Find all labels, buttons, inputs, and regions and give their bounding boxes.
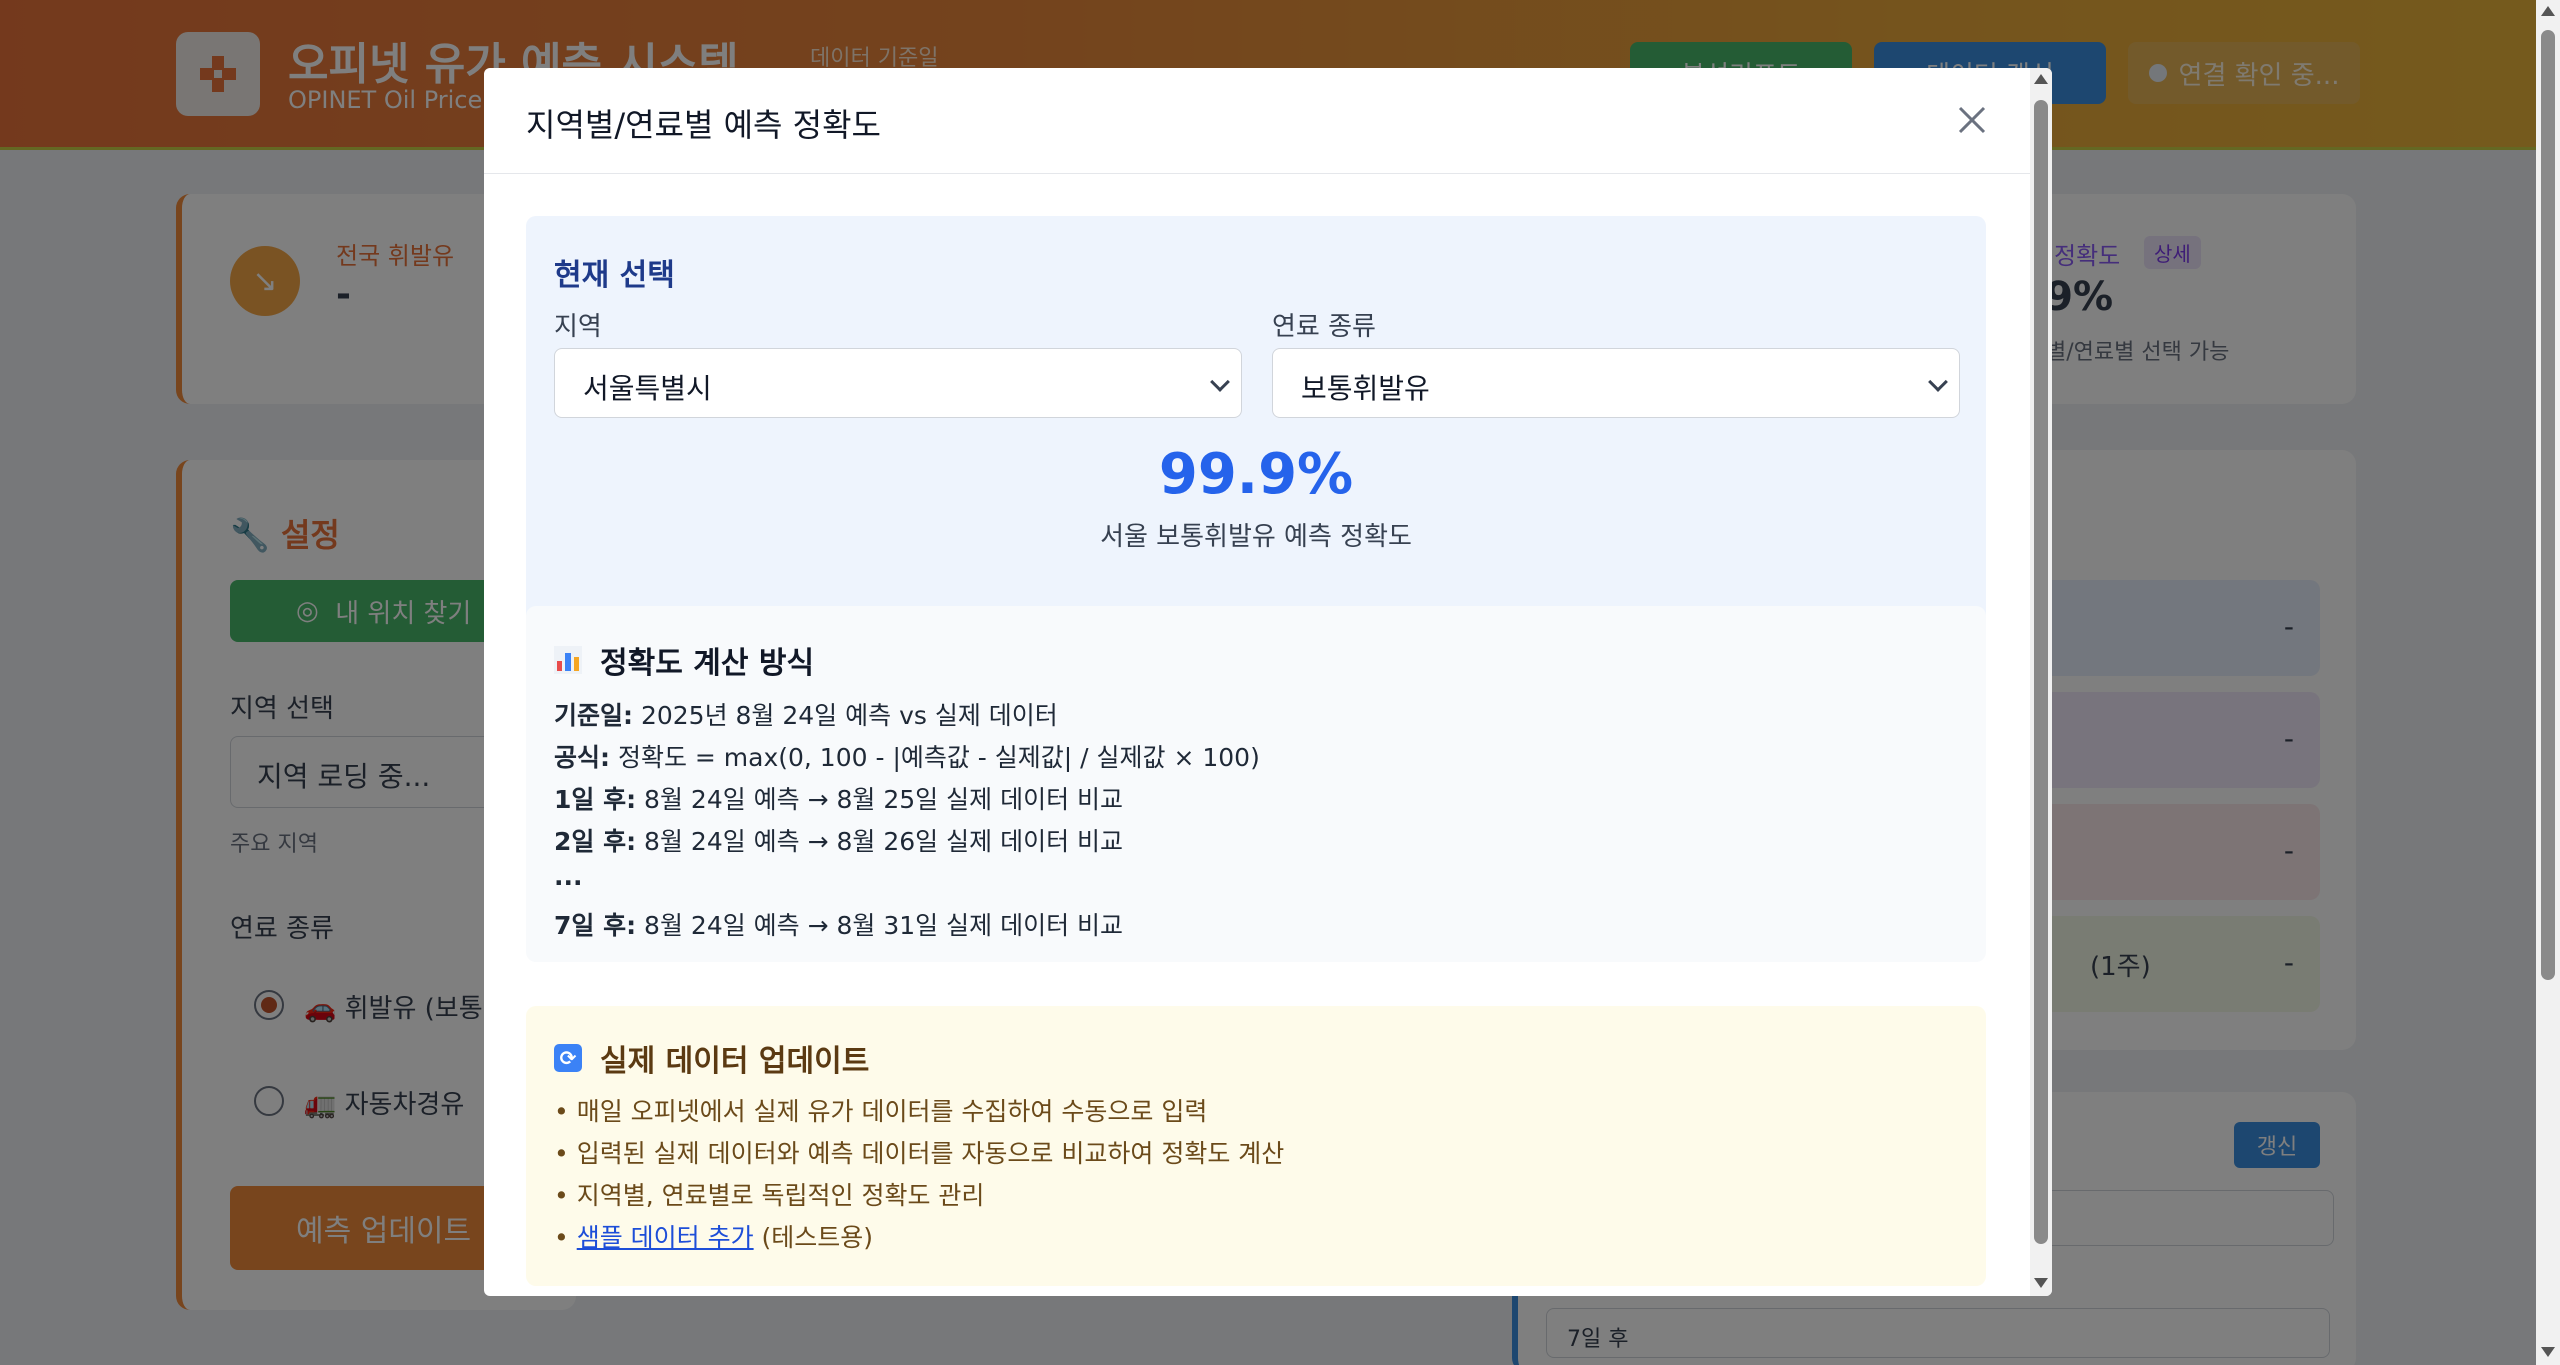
fuel-type-field-label: 연료 종류 bbox=[1272, 312, 1376, 342]
fuel-dropdown[interactable]: 보통휘발유 bbox=[1272, 348, 1960, 418]
selected-accuracy-value: 99.9% bbox=[1158, 442, 1354, 507]
current-selection-section: 현재 선택 지역 연료 종류 서울특별시 보통휘발유 99.9% 서울 보통휘발… bbox=[526, 216, 1986, 632]
modal-scroll-thumb[interactable] bbox=[2034, 100, 2048, 1244]
refresh-icon: ⟳ bbox=[554, 1044, 582, 1072]
method-line: 공식: 정확도 = max(0, 100 - |예측값 - 실제값| / 실제값… bbox=[554, 738, 1260, 774]
method-line-label: 공식: bbox=[554, 743, 610, 772]
modal-title: 지역별/연료별 예측 정확도 bbox=[526, 106, 881, 144]
update-bullet: • 지역별, 연료별로 독립적인 정확도 관리 bbox=[554, 1181, 985, 1210]
scroll-down-arrow-icon[interactable] bbox=[2034, 1278, 2048, 1288]
method-heading-text: 정확도 계산 방식 bbox=[600, 646, 815, 681]
chevron-down-icon bbox=[1210, 372, 1230, 392]
bar-chart-icon bbox=[554, 646, 582, 674]
update-heading-text: 실제 데이터 업데이트 bbox=[600, 1044, 870, 1079]
method-heading: 정확도 계산 방식 bbox=[554, 638, 814, 682]
page-scroll-down-icon[interactable] bbox=[2541, 1347, 2555, 1357]
region-dropdown[interactable]: 서울특별시 bbox=[554, 348, 1242, 418]
page-scrollbar[interactable] bbox=[2536, 0, 2560, 1365]
method-line-text: 8월 24일 예측 → 8월 26일 실제 데이터 비교 bbox=[636, 827, 1124, 856]
region-dropdown-value: 서울특별시 bbox=[583, 372, 712, 405]
calculation-method-section: 정확도 계산 방식 기준일: 2025년 8월 24일 예측 vs 실제 데이터… bbox=[526, 606, 1986, 962]
method-line: 1일 후: 8월 24일 예측 → 8월 25일 실제 데이터 비교 bbox=[554, 780, 1123, 816]
update-heading: ⟳ 실제 데이터 업데이트 bbox=[554, 1036, 869, 1080]
method-line-label: 1일 후: bbox=[554, 785, 637, 814]
update-bullet: • 샘플 데이터 추가 (테스트용) bbox=[554, 1218, 873, 1254]
sample-suffix: (테스트용) bbox=[753, 1223, 874, 1252]
method-line-text: 2025년 8월 24일 예측 vs 실제 데이터 bbox=[633, 701, 1058, 730]
method-line-label: 기준일: bbox=[554, 701, 633, 730]
page-scroll-thumb[interactable] bbox=[2541, 30, 2555, 980]
accuracy-modal: 지역별/연료별 예측 정확도 현재 선택 지역 연료 종류 서울특별시 보통휘발… bbox=[484, 68, 2052, 1296]
page-scroll-up-icon[interactable] bbox=[2541, 6, 2555, 16]
method-line-text: 정확도 = max(0, 100 - |예측값 - 실제값| / 실제값 × 1… bbox=[610, 743, 1260, 772]
method-line: ... bbox=[554, 862, 583, 891]
chevron-down-icon bbox=[1928, 372, 1948, 392]
data-update-section: ⟳ 실제 데이터 업데이트 • 매일 오피넷에서 실제 유가 데이터를 수집하여… bbox=[526, 1006, 1986, 1286]
fuel-dropdown-value: 보통휘발유 bbox=[1301, 372, 1430, 405]
add-sample-data-link[interactable]: 샘플 데이터 추가 bbox=[577, 1223, 754, 1252]
region-label: 지역 bbox=[554, 312, 602, 342]
method-line-label: ... bbox=[554, 862, 583, 891]
update-bullet: • 매일 오피넷에서 실제 유가 데이터를 수집하여 수동으로 입력 bbox=[554, 1097, 1208, 1126]
bullet-prefix: • bbox=[554, 1223, 577, 1252]
method-line: 7일 후: 8월 24일 예측 → 8월 31일 실제 데이터 비교 bbox=[554, 906, 1123, 942]
scroll-up-arrow-icon[interactable] bbox=[2034, 74, 2048, 84]
modal-scrollbar[interactable] bbox=[2030, 68, 2052, 1296]
close-icon bbox=[1958, 106, 1986, 134]
method-line-text: 8월 24일 예측 → 8월 31일 실제 데이터 비교 bbox=[636, 911, 1124, 940]
update-bullet: • 입력된 실제 데이터와 예측 데이터를 자동으로 비교하여 정확도 계산 bbox=[554, 1139, 1285, 1168]
method-line-label: 7일 후: bbox=[554, 911, 637, 940]
selected-accuracy-description: 서울 보통휘발유 예측 정확도 bbox=[1100, 522, 1412, 552]
method-line-label: 2일 후: bbox=[554, 827, 637, 856]
current-selection-heading: 현재 선택 bbox=[554, 258, 675, 293]
method-line-text: 8월 24일 예측 → 8월 25일 실제 데이터 비교 bbox=[636, 785, 1124, 814]
modal-header: 지역별/연료별 예측 정확도 bbox=[484, 68, 2030, 174]
method-line: 기준일: 2025년 8월 24일 예측 vs 실제 데이터 bbox=[554, 696, 1058, 732]
method-line: 2일 후: 8월 24일 예측 → 8월 26일 실제 데이터 비교 bbox=[554, 822, 1123, 858]
close-button[interactable] bbox=[1948, 96, 1996, 144]
